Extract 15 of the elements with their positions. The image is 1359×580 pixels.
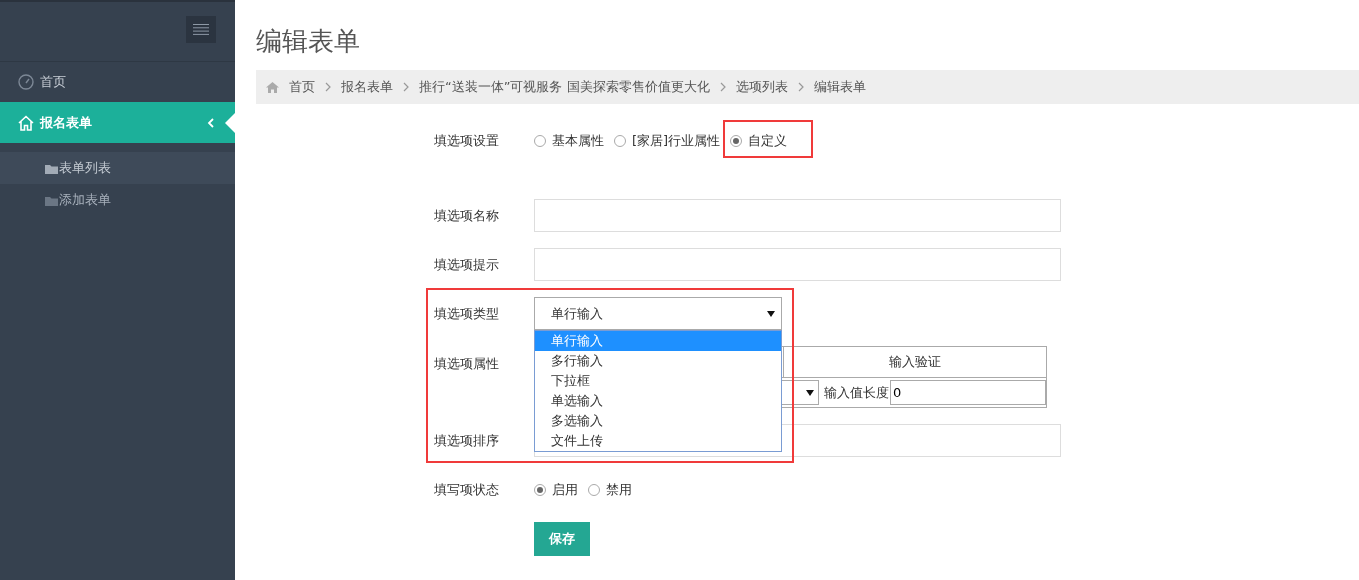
field-label: 填选项设置 <box>434 132 500 150</box>
radio-label: 禁用 <box>606 480 632 499</box>
field-label: 填选项提示 <box>434 256 500 274</box>
field-label: 填选项排序 <box>434 432 500 450</box>
radio-label: 自定义 <box>748 131 788 150</box>
field-label: 填选项名称 <box>434 207 500 225</box>
radio-label: 启用 <box>552 480 578 499</box>
field-label: 填选项类型 <box>434 305 500 323</box>
field-label: 填选项属性 <box>434 355 500 373</box>
length-label: 输入值长度 <box>824 383 889 402</box>
page-title: 编辑表单 <box>256 25 361 58</box>
radio-label: [家居]行业属性 <box>632 131 721 150</box>
column-header: 输入验证 <box>888 353 942 371</box>
field-label: 填写项状态 <box>434 481 500 499</box>
radio-label: 基本属性 <box>552 131 604 150</box>
